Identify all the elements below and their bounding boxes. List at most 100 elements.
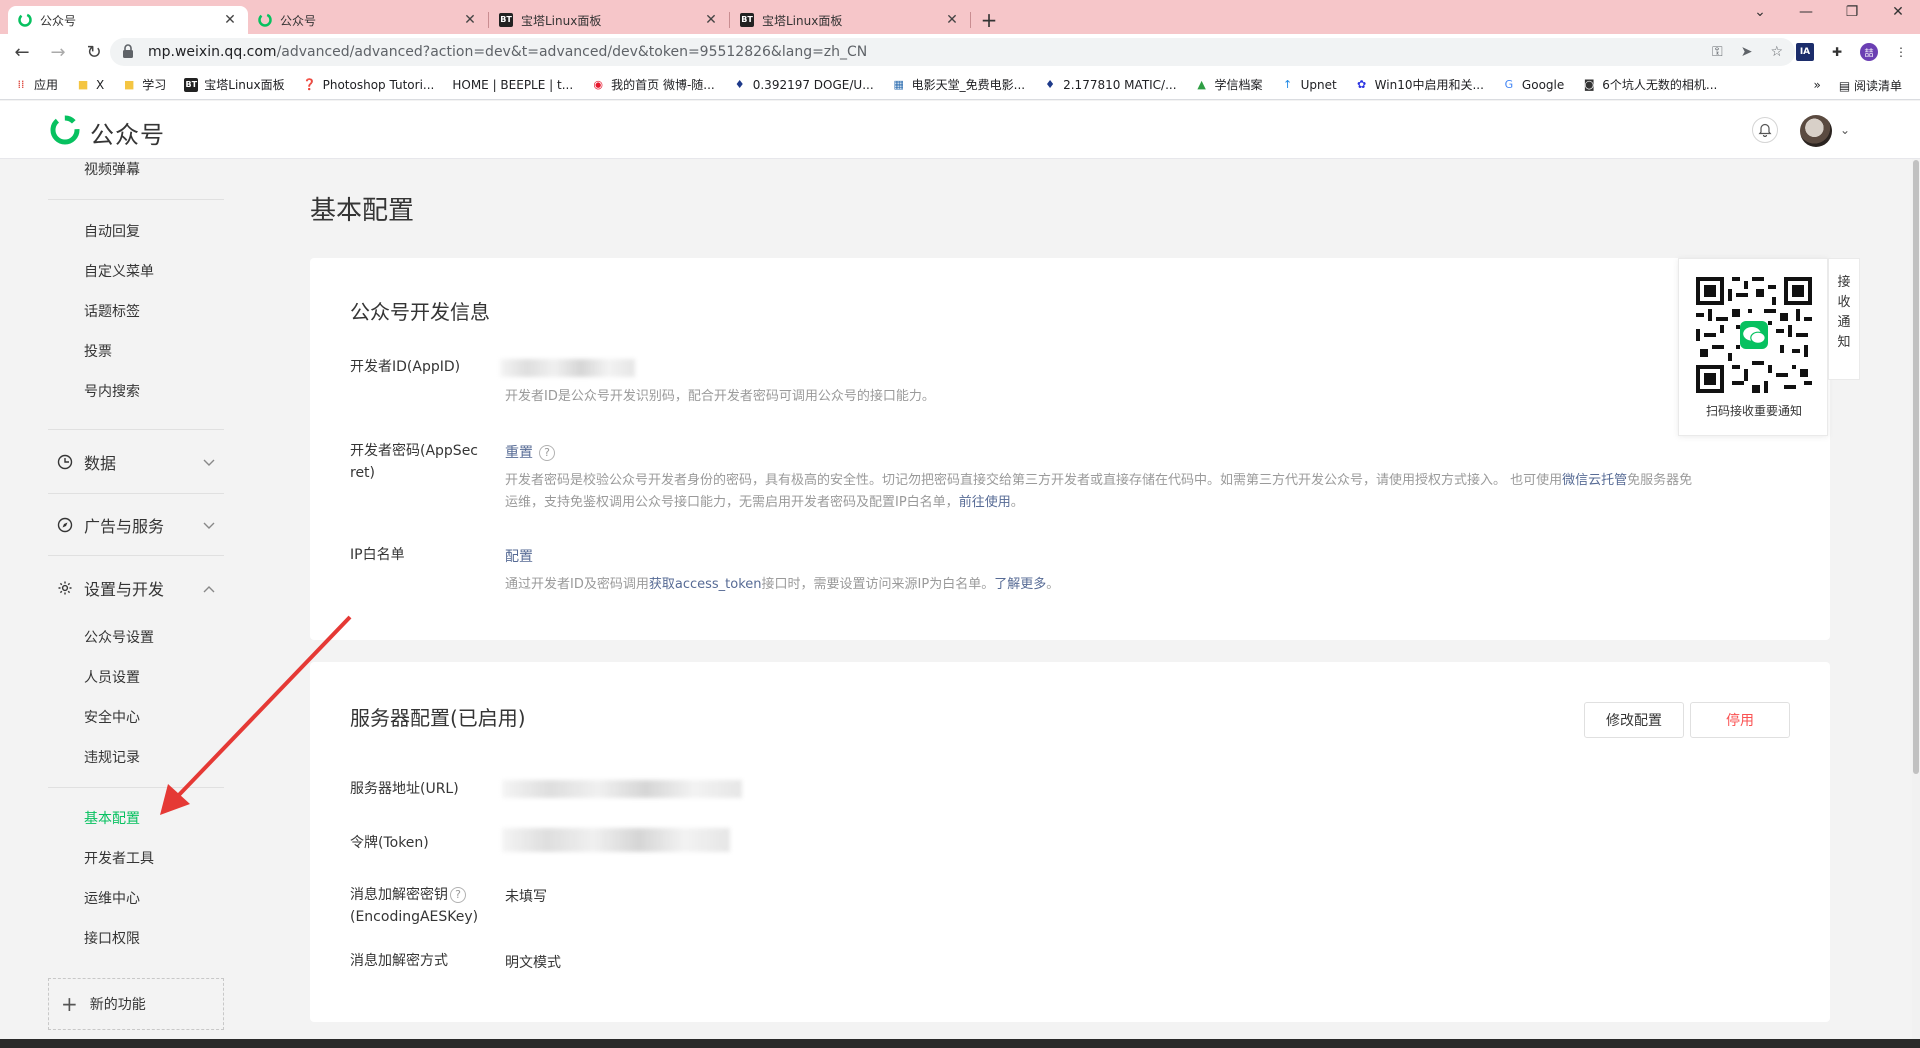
mp-logo[interactable]: 公众号	[48, 113, 165, 151]
ip-whitelist-config-link[interactable]: 配置	[505, 546, 533, 566]
sidebar-item-staff-settings[interactable]: 人员设置	[84, 667, 140, 687]
browser-tab-2[interactable]: 公众号 ✕	[248, 6, 488, 34]
sidebar-item-security-center[interactable]: 安全中心	[84, 707, 140, 727]
url-host: mp.weixin.qq.com	[148, 44, 277, 60]
ip-whitelist-desc: 通过开发者ID及密码调用获取access_token接口时，需要设置访问来源IP…	[505, 577, 1060, 592]
bookmark-item[interactable]: ♦ 0.392197 DOGE/U...	[733, 78, 874, 92]
sidebar-item-account-settings[interactable]: 公众号设置	[84, 627, 154, 647]
bookmark-item[interactable]: ◙ 6个坑人无数的相机...	[1582, 76, 1717, 93]
forward-icon[interactable]: →	[44, 38, 72, 66]
key-icon[interactable]: ⚿	[1712, 44, 1723, 60]
appid-desc: 开发者ID是公众号开发识别码，配合开发者密码可调用公众号的接口能力。	[505, 389, 935, 404]
baidu-icon: ✿	[1357, 78, 1367, 91]
minimize-button[interactable]: —	[1786, 4, 1826, 20]
bookmark-folder[interactable]: ■ X	[76, 78, 104, 92]
sidebar-item-ops-center[interactable]: 运维中心	[84, 888, 140, 908]
profile-icon[interactable]: 喆	[1860, 43, 1878, 61]
sidebar-group-data[interactable]: 数据	[56, 450, 224, 474]
page-scrollbar-thumb[interactable]	[1913, 160, 1919, 774]
star-icon[interactable]: ☆	[1770, 44, 1783, 60]
tab-search-icon[interactable]: ⌄	[1740, 4, 1780, 20]
bookmark-item[interactable]: ❓ Photoshop Tutori...	[303, 78, 435, 92]
new-feature-button[interactable]: + 新的功能	[48, 978, 224, 1030]
browser-tab-1[interactable]: 公众号 ✕	[8, 6, 248, 34]
bookmark-item[interactable]: ♦ 2.177810 MATIC/...	[1043, 78, 1176, 92]
close-tab-icon[interactable]: ✕	[944, 12, 960, 28]
sidebar-item-dev-tools[interactable]: 开发者工具	[84, 848, 154, 868]
more-vert-icon[interactable]: ⋮	[1892, 43, 1910, 61]
new-tab-button[interactable]: +	[975, 6, 1003, 34]
tab-title: 宝塔Linux面板	[521, 13, 602, 28]
receive-notify-tab[interactable]: 接 收 通 知	[1828, 258, 1860, 380]
reload-icon[interactable]: ↻	[80, 38, 108, 66]
bookmark-folder[interactable]: ■ 学习	[122, 76, 166, 93]
sidebar-item-video-danmaku[interactable]: 视频弹幕	[84, 159, 140, 179]
bookmark-item[interactable]: G Google	[1502, 78, 1565, 92]
aes-key-value: 未填写	[505, 889, 547, 905]
sidebar-group-ads-services[interactable]: 广告与服务	[56, 513, 224, 537]
sidebar-group-settings-dev[interactable]: 设置与开发	[56, 576, 224, 600]
close-tab-icon[interactable]: ✕	[703, 12, 719, 28]
reading-list-button[interactable]: ▤ 阅读清单	[1839, 77, 1902, 94]
plus-icon: +	[61, 992, 78, 1016]
help-icon[interactable]: ?	[539, 445, 555, 461]
qr-caption: 扫码接收重要通知	[1705, 404, 1802, 418]
go-use-link[interactable]: 前往使用	[959, 495, 1011, 510]
server-url-redacted	[502, 780, 742, 798]
reset-secret-link[interactable]: 重置	[505, 445, 533, 461]
gear-icon	[56, 579, 74, 597]
help-icon[interactable]: ?	[450, 887, 466, 903]
sidebar-item-in-account-search[interactable]: 号内搜索	[84, 381, 140, 401]
lock-icon[interactable]	[122, 43, 138, 61]
learn-more-link[interactable]: 了解更多	[994, 577, 1046, 592]
back-icon[interactable]: ←	[8, 38, 36, 66]
bookmark-apps[interactable]: ⁞⁞ 应用	[14, 76, 59, 93]
bt-icon: BT	[184, 77, 199, 92]
browser-tab-4[interactable]: BT 宝塔Linux面板 ✕	[730, 6, 970, 34]
flame-icon: ♦	[1045, 78, 1056, 91]
browser-tab-3[interactable]: BT 宝塔Linux面板 ✕	[489, 6, 729, 34]
weibo-icon: ◉	[593, 78, 603, 91]
appid-value-redacted	[500, 359, 635, 377]
wechat-cloud-hosting-link[interactable]: 微信云托管	[1562, 473, 1627, 488]
url-path: /advanced/advanced?action=dev&t=advanced…	[276, 44, 868, 60]
close-window-button[interactable]: ✕	[1878, 4, 1918, 20]
bookmark-item[interactable]: ✿ Win10中启用和关...	[1355, 76, 1484, 93]
folder-icon: ■	[124, 78, 135, 91]
access-token-link[interactable]: 获取access_token	[649, 577, 762, 592]
bookmark-item[interactable]: ▦ 电影天堂_免费电影...	[892, 76, 1025, 93]
bell-icon[interactable]	[1752, 117, 1778, 143]
sidebar-item-auto-reply[interactable]: 自动回复	[84, 221, 140, 241]
restore-button[interactable]: ❐	[1832, 4, 1872, 20]
bookmark-item[interactable]: BT 宝塔Linux面板	[184, 76, 285, 93]
close-tab-icon[interactable]: ✕	[462, 12, 478, 28]
avatar[interactable]	[1800, 115, 1832, 147]
os-taskbar	[0, 1039, 1920, 1048]
close-tab-icon[interactable]: ✕	[222, 12, 238, 28]
sidebar-item-vote[interactable]: 投票	[84, 341, 112, 361]
google-icon: G	[1504, 78, 1514, 91]
sidebar-item-violations[interactable]: 违规记录	[84, 747, 140, 767]
sidebar-item-api-permissions[interactable]: 接口权限	[84, 928, 140, 948]
disable-button[interactable]: 停用	[1690, 702, 1790, 738]
chsi-icon: ▲	[1197, 78, 1206, 91]
sidebar: 视频弹幕 自动回复 自定义菜单 话题标签 投票 号内搜索 数据 广告与服务 设置…	[0, 159, 258, 1039]
puzzle-icon[interactable]: ✚	[1828, 43, 1846, 61]
send-icon[interactable]: ➤	[1741, 44, 1753, 60]
sidebar-item-topic-tags[interactable]: 话题标签	[84, 301, 140, 321]
sidebar-item-basic-config[interactable]: 基本配置	[84, 808, 140, 828]
edit-config-button[interactable]: 修改配置	[1584, 702, 1684, 738]
bookmark-item[interactable]: HOME | BEEPLE | t...	[452, 78, 573, 92]
new-feature-label: 新的功能	[89, 997, 146, 1013]
sidebar-item-custom-menu[interactable]: 自定义菜单	[84, 261, 154, 281]
bookmark-item[interactable]: ◉ 我的首页 微博-随...	[591, 76, 714, 93]
encrypt-mode-value: 明文模式	[505, 955, 561, 971]
ia-extension-icon[interactable]: IA	[1796, 43, 1814, 61]
bookmarks-bar: ⁞⁞ 应用 ■ X ■ 学习 BT 宝塔Linux面板 ❓ Photoshop Tutor…	[0, 70, 1920, 100]
url-bar[interactable]: mp.weixin.qq.com/advanced/advanced?actio…	[110, 38, 1795, 66]
bookmark-item[interactable]: ↑ Upnet	[1281, 78, 1337, 92]
bookmarks-overflow[interactable]: »	[1813, 78, 1820, 92]
bookmark-item[interactable]: ▲ 学信档案	[1195, 76, 1262, 93]
chevron-down-icon[interactable]: ⌄	[1840, 123, 1850, 137]
appsecret-reset: 重置?	[505, 442, 555, 462]
